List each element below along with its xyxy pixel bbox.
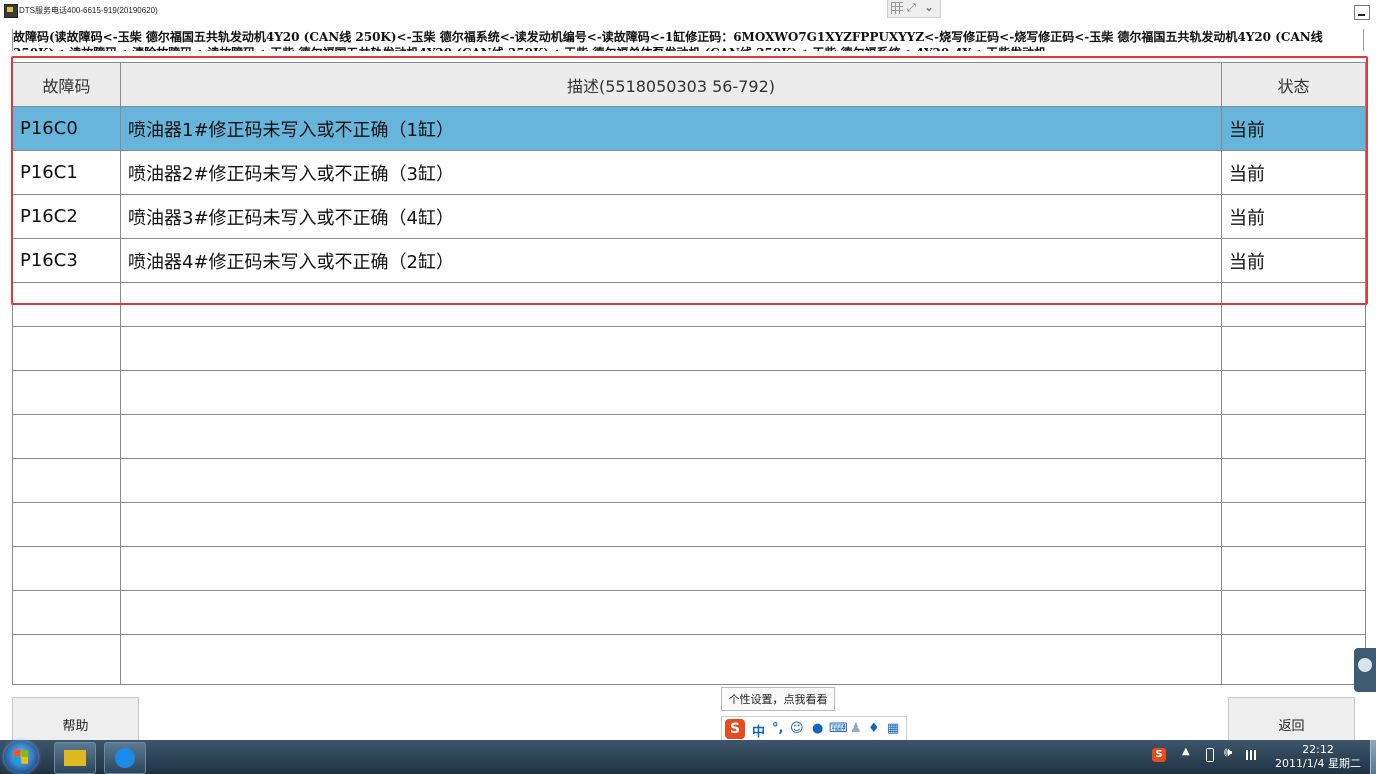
cell-status: 当前 [1221, 150, 1366, 195]
ime-tooltip[interactable]: 个性设置，点我看看 [721, 687, 835, 711]
cell-code: P16C0 [12, 106, 121, 151]
cell-status: 当前 [1221, 106, 1366, 151]
table-row[interactable]: P16C2 喷油器3#修正码未写入或不正确（4缸） 当前 [12, 194, 1366, 239]
microphone-icon[interactable]: ● [812, 721, 823, 736]
chevron-down-icon[interactable]: ⌄ [924, 0, 934, 14]
tray-expand-icon[interactable]: ▲ [1182, 746, 1190, 757]
empty-row [12, 634, 1366, 685]
table-row[interactable]: P16C1 喷油器2#修正码未写入或不正确（3缸） 当前 [12, 150, 1366, 195]
minimize-button[interactable] [1354, 5, 1370, 20]
title-bar: DTS服务电话400-6615-919(20190620) [0, 0, 1376, 22]
empty-row [12, 458, 1366, 503]
clock[interactable]: 22:12 2011/1/4 星期二 [1266, 743, 1370, 773]
empty-row [12, 502, 1366, 547]
network-icon[interactable] [1246, 750, 1258, 760]
cell-description: 喷油器4#修正码未写入或不正确（2缸） [120, 238, 1222, 283]
keyboard-icon[interactable]: ⌨ [829, 721, 848, 736]
emoji-icon[interactable]: ☺ [790, 721, 804, 736]
clock-time: 22:12 [1302, 743, 1334, 756]
empty-row [12, 590, 1366, 635]
cell-code: P16C1 [12, 150, 121, 195]
grid-icon[interactable] [891, 2, 903, 14]
empty-row [12, 282, 1366, 327]
system-tray: S ▲ 🕪 [1150, 744, 1266, 770]
start-button[interactable] [4, 741, 38, 773]
show-desktop-button[interactable] [1370, 740, 1376, 774]
app-icon [4, 4, 18, 18]
navigation-path: 故障码(读故障码<-玉柴 德尔福国五共轨发动机4Y20 (CAN线 250K)<… [12, 29, 1364, 51]
cell-description: 喷油器2#修正码未写入或不正确（3缸） [120, 150, 1222, 195]
toolbox-icon[interactable]: ▦ [887, 721, 899, 736]
ime-punctuation[interactable]: °, [772, 721, 783, 736]
device-icon[interactable] [1206, 748, 1214, 762]
taskbar-app-dts[interactable] [54, 742, 96, 774]
cell-description: 喷油器1#修正码未写入或不正确（1缸） [120, 106, 1222, 151]
cell-status: 当前 [1221, 194, 1366, 239]
empty-row [12, 414, 1366, 459]
sogou-logo-icon[interactable]: S [725, 719, 745, 739]
table-row[interactable]: P16C0 喷油器1#修正码未写入或不正确（1缸） 当前 [12, 106, 1366, 151]
help-button[interactable]: 帮助 [12, 697, 139, 741]
table-header-row: 故障码 描述(5518050303 56-792) 状态 [12, 62, 1366, 107]
ime-mode[interactable]: 中 [752, 721, 765, 740]
side-panel-tab[interactable] [1354, 648, 1376, 692]
skin-icon[interactable]: ♦ [868, 721, 880, 736]
empty-row [12, 326, 1366, 371]
header-code: 故障码 [12, 62, 121, 107]
header-status: 状态 [1221, 62, 1366, 107]
fault-code-table: 故障码 描述(5518050303 56-792) 状态 P16C0 喷油器1#… [12, 62, 1366, 685]
user-icon[interactable]: ♟ [850, 721, 862, 736]
expand-icon[interactable]: ⤢ [907, 1, 916, 15]
cell-description: 喷油器3#修正码未写入或不正确（4缸） [120, 194, 1222, 239]
back-button[interactable]: 返回 [1228, 697, 1355, 741]
volume-icon[interactable]: 🕪 [1224, 745, 1232, 760]
window-title: DTS服务电话400-6615-919(20190620) [19, 6, 158, 15]
path-text: 故障码(读故障码<-玉柴 德尔福国五共轨发动机4Y20 (CAN线 250K)<… [13, 30, 1323, 51]
taskbar-app-teamviewer[interactable] [104, 742, 146, 774]
table-row[interactable]: P16C3 喷油器4#修正码未写入或不正确（2缸） 当前 [12, 238, 1366, 283]
header-description: 描述(5518050303 56-792) [120, 62, 1222, 107]
empty-row [12, 370, 1366, 415]
cell-status: 当前 [1221, 238, 1366, 283]
cell-code: P16C3 [12, 238, 121, 283]
sogou-tray-icon[interactable]: S [1152, 748, 1166, 762]
clock-date: 2011/1/4 星期二 [1275, 757, 1361, 770]
cell-code: P16C2 [12, 194, 121, 239]
empty-row [12, 546, 1366, 591]
screen-toolbar[interactable]: ⤢ ⌄ [887, 0, 941, 18]
